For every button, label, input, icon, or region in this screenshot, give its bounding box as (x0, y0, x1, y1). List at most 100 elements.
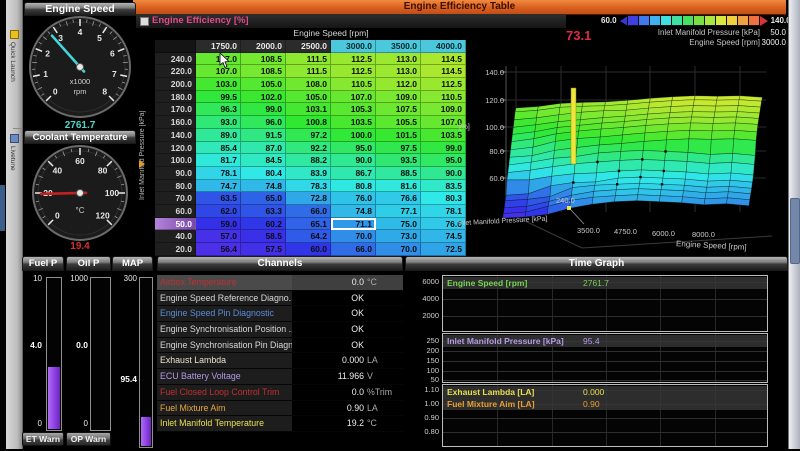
et-warn-button[interactable]: ET Warn (22, 432, 64, 446)
table-cell[interactable]: 113.0 (376, 53, 421, 66)
table-cell[interactable]: 80.4 (241, 167, 286, 180)
table-cell[interactable]: 56.4 (196, 243, 241, 256)
table-row-header[interactable]: 100.0 (155, 154, 196, 167)
table-col-header[interactable]: 2000.0 (241, 40, 286, 53)
table-cell[interactable]: 108.0 (286, 78, 331, 91)
table-cell[interactable]: 57.5 (241, 243, 286, 256)
coolant-gauge-header[interactable]: Coolant Temperature (24, 130, 136, 144)
table-cell[interactable]: 92.2 (286, 142, 331, 155)
table-cell[interactable]: 84.5 (241, 154, 286, 167)
table-cell[interactable]: 103.1 (286, 103, 331, 116)
table-cell[interactable]: 112.5 (331, 53, 376, 66)
channel-row[interactable]: Fuel Mixture Aim 0.90 LA (157, 401, 403, 417)
table-row-header[interactable]: 240.0 (155, 53, 196, 66)
table-cell[interactable]: 112.0 (376, 78, 421, 91)
window-title-bar[interactable]: Engine Efficiency Table (133, 0, 786, 15)
table-row-header[interactable]: 70.0 (155, 192, 196, 205)
table-cell[interactable]: 108.5 (241, 65, 286, 78)
table-row-header[interactable]: 20.0 (155, 243, 196, 256)
table-cell[interactable]: 64.2 (286, 230, 331, 243)
table-col-header[interactable]: 2500.0 (286, 40, 331, 53)
table-cell[interactable]: 75.0 (376, 218, 421, 231)
table-cell[interactable]: 78.1 (196, 167, 241, 180)
channel-row[interactable]: Exhaust Lambda 0.000 LA (157, 353, 403, 369)
table-row-header[interactable]: 90.0 (155, 167, 196, 180)
timegraph-header[interactable]: Time Graph (405, 256, 788, 271)
table-row-header[interactable]: 40.0 (155, 230, 196, 243)
table-cell[interactable]: 93.0 (196, 116, 241, 129)
table-cell[interactable]: 93.5 (376, 154, 421, 167)
table-cell[interactable]: 99.0 (241, 103, 286, 116)
taskbar-item-livetune[interactable]: Livetune (9, 146, 16, 171)
table-cell[interactable]: 96.0 (241, 116, 286, 129)
table-cell[interactable]: 73.0 (376, 230, 421, 243)
table-cell[interactable]: 71.1 (331, 218, 376, 231)
table-cell[interactable]: 72.8 (286, 192, 331, 205)
table-row-header[interactable]: 220.0 (155, 65, 196, 78)
table-cell[interactable]: 96.3 (196, 103, 241, 116)
table-cell[interactable]: 60.0 (286, 243, 331, 256)
table-cell[interactable]: 86.7 (331, 167, 376, 180)
channel-row[interactable]: Engine Speed Pin Diagnostic OK (157, 306, 403, 322)
channel-row[interactable]: Fuel Closed Loop Control Trim 0.0 %Trim (157, 385, 403, 401)
table-cell[interactable]: 87.0 (241, 142, 286, 155)
channel-row[interactable]: Engine Synchronisation Pin Diagn... OK (157, 338, 403, 354)
table-cell[interactable]: 105.0 (241, 78, 286, 91)
table-cell[interactable]: 85.4 (196, 142, 241, 155)
engine-speed-gauge-header[interactable]: Engine Speed (24, 2, 136, 16)
table-cell[interactable]: 112.5 (331, 65, 376, 78)
table-cell[interactable]: 63.5 (196, 192, 241, 205)
table-cell[interactable]: 97.2 (286, 129, 331, 142)
table-cell[interactable]: 70.0 (331, 230, 376, 243)
table-cell[interactable]: 111.5 (286, 53, 331, 66)
table-row-header[interactable]: 200.0 (155, 78, 196, 91)
table-cell[interactable]: 111.5 (286, 65, 331, 78)
table-cell[interactable]: 107.0 (331, 91, 376, 104)
table-cell[interactable]: 110.5 (331, 78, 376, 91)
table-cell[interactable]: 74.8 (331, 205, 376, 218)
table-cell[interactable]: 105.3 (331, 103, 376, 116)
channel-row[interactable]: Airbox Temperature 0.0 °C (157, 275, 403, 291)
channel-row[interactable]: Inlet Manifold Temperature 19.2 °C (157, 416, 403, 432)
table-row-header[interactable]: 80.0 (155, 180, 196, 193)
table-cell[interactable]: 95.0 (331, 142, 376, 155)
table-col-header[interactable]: 3500.0 (376, 40, 421, 53)
table-col-header[interactable]: 3000.0 (331, 40, 376, 53)
taskbar-item-quick-launch[interactable]: Quick Launch (9, 42, 16, 82)
op-warn-button[interactable]: OP Warn (66, 432, 111, 446)
table-cell[interactable]: 108.5 (241, 53, 286, 66)
table-row-header[interactable]: 180.0 (155, 91, 196, 104)
table-cell[interactable]: 65.1 (286, 218, 331, 231)
table-col-header[interactable]: 1750.0 (196, 40, 241, 53)
table-cell[interactable]: 109.0 (376, 91, 421, 104)
table-cell[interactable]: 81.7 (196, 154, 241, 167)
table-cell[interactable]: 103.5 (331, 116, 376, 129)
table-cell[interactable]: 97.5 (376, 142, 421, 155)
table-cell[interactable]: 100.8 (286, 116, 331, 129)
table-cell[interactable]: 76.6 (376, 192, 421, 205)
channel-row[interactable]: ECU Battery Voltage 11.966 V (157, 369, 403, 385)
table-cell[interactable]: 107.5 (376, 103, 421, 116)
table-cell[interactable]: 83.9 (286, 167, 331, 180)
table-cell[interactable]: 62.0 (196, 205, 241, 218)
table-cell[interactable]: 78.3 (286, 180, 331, 193)
table-cell[interactable]: 60.2 (241, 218, 286, 231)
table-cell[interactable]: 105.5 (376, 116, 421, 129)
table-cell[interactable]: 59.0 (196, 218, 241, 231)
table-cell[interactable]: 70.0 (376, 243, 421, 256)
table-row-header[interactable]: 50.0 (155, 218, 196, 231)
table-cell[interactable]: 77.1 (376, 205, 421, 218)
bar-gauge-header-map[interactable]: MAP (112, 256, 153, 271)
table-row-header[interactable]: 170.0 (155, 103, 196, 116)
table-cell[interactable]: 99.5 (196, 91, 241, 104)
channels-header[interactable]: Channels (157, 256, 403, 271)
channel-row[interactable]: Engine Synchronisation Position ... OK (157, 322, 403, 338)
channel-row[interactable]: Engine Speed Reference Diagno... OK (157, 291, 403, 307)
table-row-header[interactable]: 60.0 (155, 205, 196, 218)
table-cell[interactable]: 74.8 (241, 180, 286, 193)
table-cell[interactable]: 89.0 (196, 129, 241, 142)
left-taskbar[interactable]: Quick Launch Livetune (6, 0, 23, 451)
table-panel-header[interactable]: Engine Efficiency [%] (136, 14, 566, 29)
table-cell[interactable]: 80.8 (331, 180, 376, 193)
table-cell[interactable]: 100.0 (331, 129, 376, 142)
